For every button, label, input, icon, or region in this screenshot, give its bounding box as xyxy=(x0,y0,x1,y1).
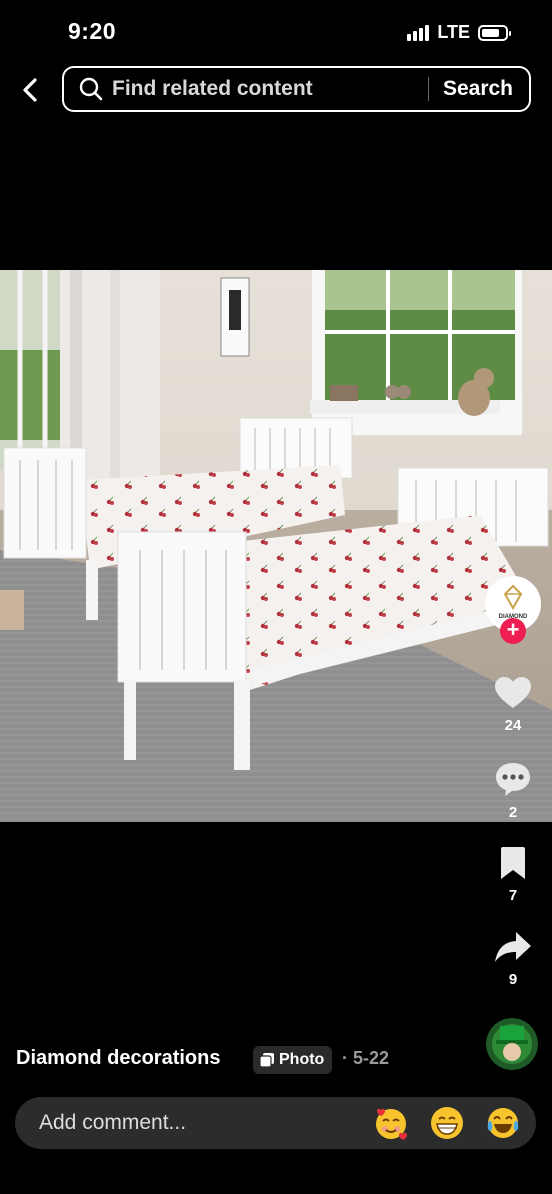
follow-button[interactable]: + xyxy=(500,618,526,644)
emoji-tears-of-joy[interactable] xyxy=(485,1105,521,1141)
search-icon xyxy=(78,76,104,102)
bedroom-image xyxy=(0,270,552,822)
share-count: 9 xyxy=(508,971,518,988)
music-disc-avatar[interactable] xyxy=(486,1018,538,1070)
share-arrow-icon xyxy=(495,932,531,962)
comment-input[interactable] xyxy=(37,1110,361,1136)
emoji-grinning[interactable] xyxy=(429,1105,465,1141)
emoji-smiling-hearts[interactable] xyxy=(373,1105,409,1141)
tears-of-joy-icon xyxy=(487,1108,519,1138)
back-button[interactable] xyxy=(14,70,46,110)
comment-bar[interactable] xyxy=(15,1097,536,1149)
search-divider xyxy=(427,77,429,101)
share-button[interactable]: 9 xyxy=(483,930,543,988)
post-type-label: Photo xyxy=(279,1051,325,1068)
search-bar[interactable]: Search xyxy=(62,66,531,112)
save-count: 7 xyxy=(508,887,518,904)
save-button[interactable]: 7 xyxy=(483,846,543,904)
comment-bubble-icon xyxy=(496,763,530,796)
status-indicators: LTE xyxy=(407,22,511,43)
comment-button[interactable]: 2 xyxy=(483,761,543,821)
leprechaun-avatar-icon xyxy=(486,1018,538,1070)
chevron-left-icon xyxy=(23,78,37,102)
signal-icon xyxy=(407,24,430,41)
battery-icon xyxy=(478,24,511,41)
status-time: 9:20 xyxy=(68,18,117,44)
like-button[interactable]: 24 xyxy=(483,676,543,734)
post-type-badge: Photo xyxy=(253,1046,333,1074)
author-name[interactable]: Diamond decorations xyxy=(16,1047,220,1070)
grinning-face-icon xyxy=(431,1107,463,1139)
search-button[interactable]: Search xyxy=(443,77,513,101)
post-date: · 5-22 xyxy=(342,1048,390,1068)
bookmark-icon xyxy=(501,847,525,879)
smiling-hearts-icon xyxy=(376,1108,407,1140)
photo-stack-icon xyxy=(259,1053,274,1068)
network-label: LTE xyxy=(437,22,470,42)
post-photo[interactable] xyxy=(0,270,552,822)
heart-icon xyxy=(495,677,531,708)
search-input[interactable] xyxy=(104,76,428,102)
comment-count: 2 xyxy=(508,804,518,821)
like-count: 24 xyxy=(504,717,522,734)
